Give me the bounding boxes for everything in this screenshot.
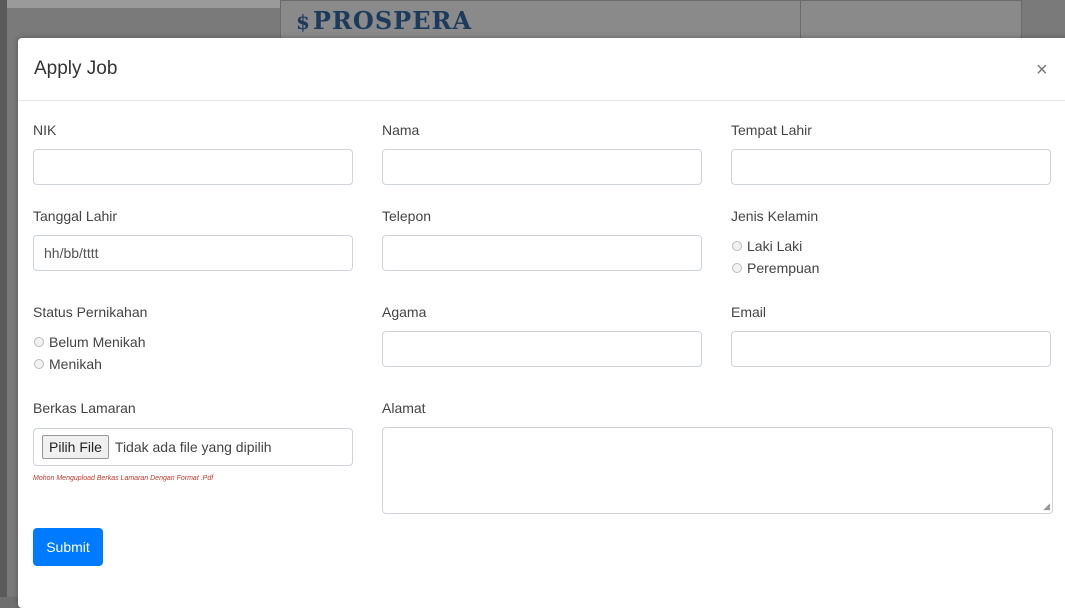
radio-menikah[interactable]: Menikah <box>34 356 102 372</box>
radio-button[interactable] <box>34 359 44 369</box>
modal-header: Apply Job <box>18 38 1065 101</box>
agama-label: Agama <box>382 304 427 320</box>
email-input[interactable] <box>731 331 1051 367</box>
alamat-textarea[interactable]: ◢ <box>382 427 1053 514</box>
background-right-panel <box>800 0 1022 42</box>
radio-button[interactable] <box>732 241 742 251</box>
dollar-shield-icon: $ <box>296 10 311 34</box>
radio-laki-laki[interactable]: Laki Laki <box>732 238 802 254</box>
telepon-input[interactable] <box>382 235 702 271</box>
submit-button[interactable]: Submit <box>33 528 103 566</box>
choose-file-button[interactable]: Pilih File <box>42 435 109 459</box>
berkas-lamaran-label: Berkas Lamaran <box>33 400 136 416</box>
upload-hint: Mohon Mengupload Berkas Lamaran Dengan F… <box>33 475 214 482</box>
radio-button[interactable] <box>732 263 742 273</box>
nama-label: Nama <box>382 122 420 138</box>
resize-grip-icon[interactable]: ◢ <box>1043 502 1050 511</box>
jenis-kelamin-label: Jenis Kelamin <box>731 208 819 224</box>
background-left-edge <box>0 0 7 597</box>
tempat-lahir-label: Tempat Lahir <box>731 122 812 138</box>
close-icon[interactable]: × <box>1036 60 1048 80</box>
tanggal-lahir-input[interactable] <box>33 235 353 271</box>
nik-input[interactable] <box>33 149 353 185</box>
alamat-label: Alamat <box>382 400 426 416</box>
tanggal-lahir-label: Tanggal Lahir <box>33 208 118 224</box>
file-status-text: Tidak ada file yang dipilih <box>114 439 272 455</box>
status-pernikahan-label: Status Pernikahan <box>33 304 148 320</box>
radio-belum-menikah[interactable]: Belum Menikah <box>34 334 146 350</box>
radio-perempuan[interactable]: Perempuan <box>732 260 819 276</box>
file-upload-field[interactable]: Pilih File Tidak ada file yang dipilih <box>33 428 353 466</box>
tempat-lahir-input[interactable] <box>731 149 1051 185</box>
apply-job-modal: Apply Job NIK Nama Tempat Lahir Tanggal … <box>18 38 1065 608</box>
nama-input[interactable] <box>382 149 702 185</box>
modal-title: Apply Job <box>34 58 118 79</box>
telepon-label: Telepon <box>382 208 432 224</box>
email-label: Email <box>731 304 767 320</box>
brand-logo: $PROSPERA <box>296 6 473 35</box>
agama-input[interactable] <box>382 331 702 367</box>
nik-label: NIK <box>33 122 57 138</box>
radio-button[interactable] <box>34 337 44 347</box>
